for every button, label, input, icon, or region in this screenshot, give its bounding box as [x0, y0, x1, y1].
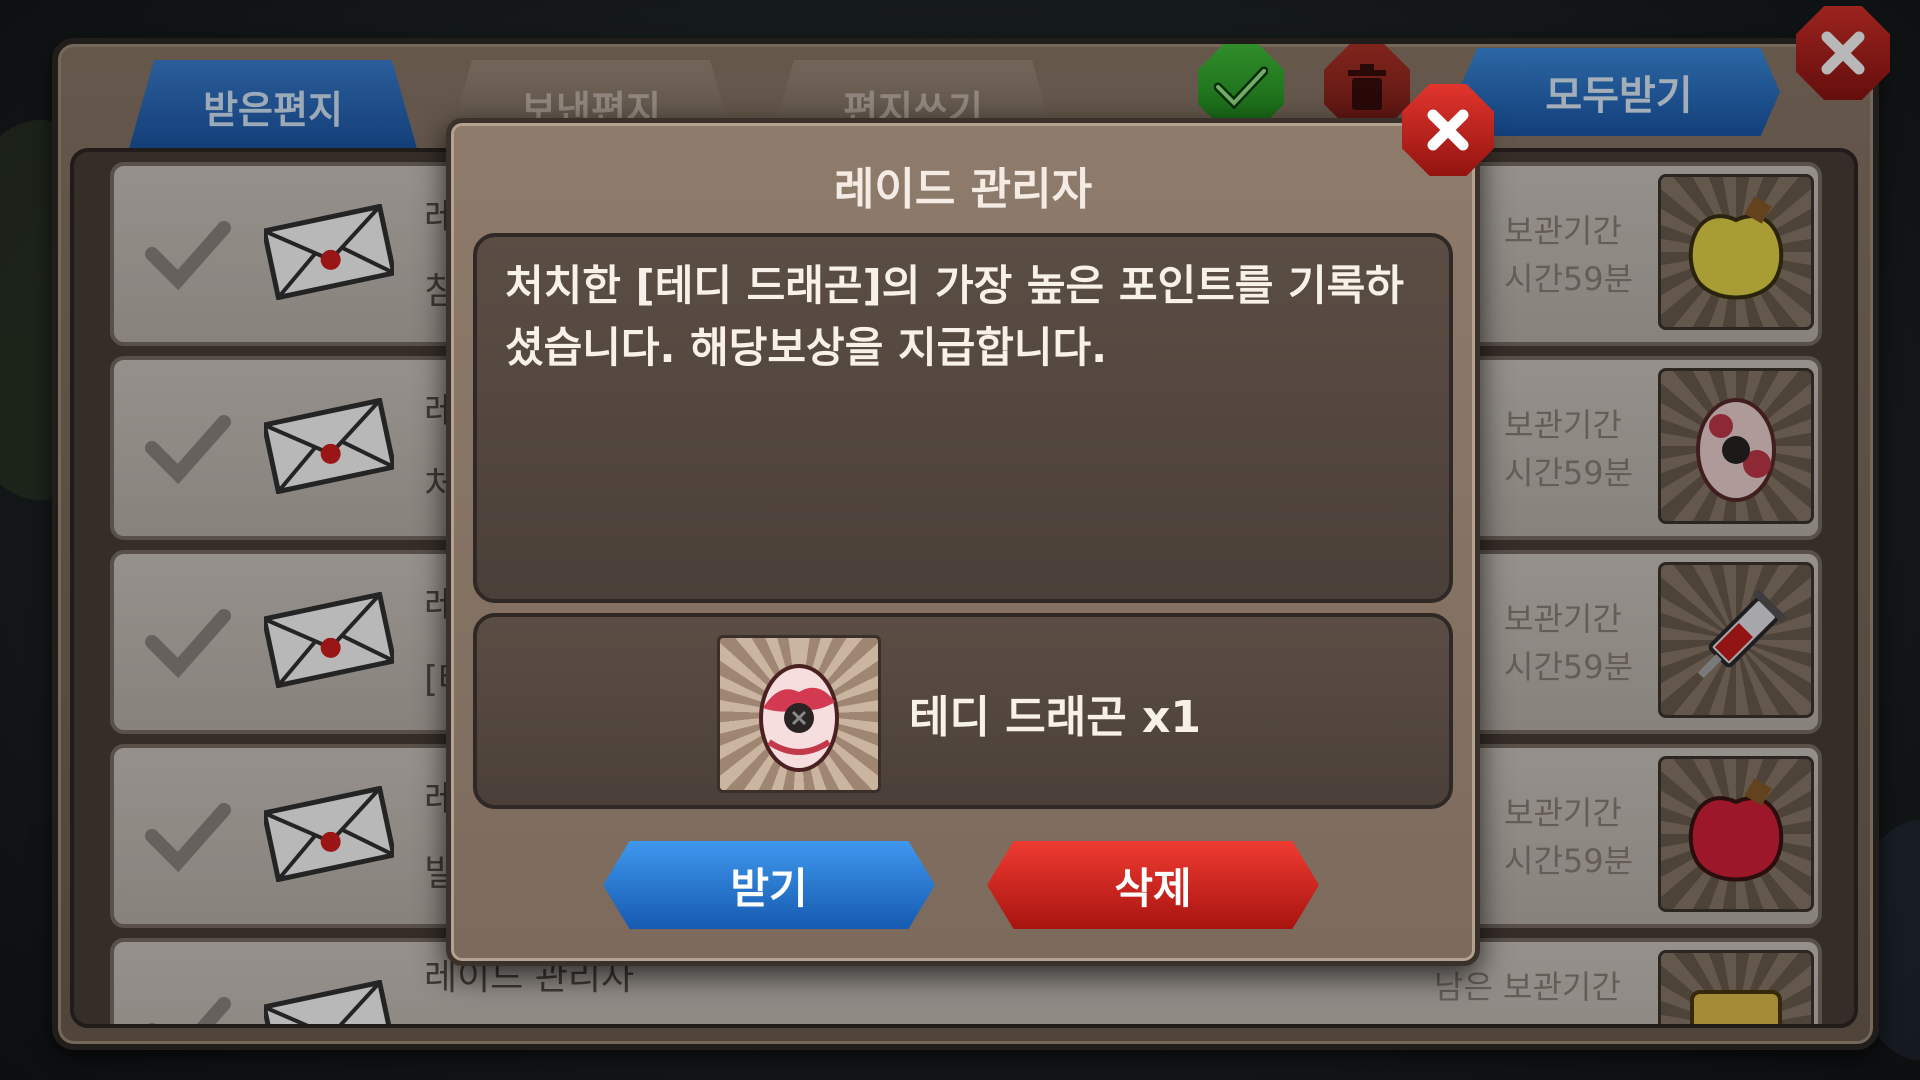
- receive-button[interactable]: 받기: [603, 841, 935, 929]
- message-text: 처치한 [테디 드래곤]의 가장 높은 포인트를 기록하셨습니다. 해당보상을 …: [505, 261, 1404, 372]
- message-box: 처치한 [테디 드래곤]의 가장 높은 포인트를 기록하셨습니다. 해당보상을 …: [473, 233, 1453, 603]
- delete-button[interactable]: 삭제: [987, 841, 1319, 929]
- reward-box: 테디 드래곤 x1: [473, 613, 1453, 809]
- egg-icon: [759, 664, 839, 772]
- close-dialog-button[interactable]: [1402, 84, 1494, 176]
- reward-item-thumbnail: [717, 635, 881, 793]
- reward-label: 테디 드래곤 x1: [909, 692, 1202, 743]
- close-icon: [1427, 109, 1469, 151]
- mail-detail-dialog: 레이드 관리자 처치한 [테디 드래곤]의 가장 높은 포인트를 기록하셨습니다…: [446, 118, 1480, 966]
- dialog-title: 레이드 관리자: [833, 164, 1093, 215]
